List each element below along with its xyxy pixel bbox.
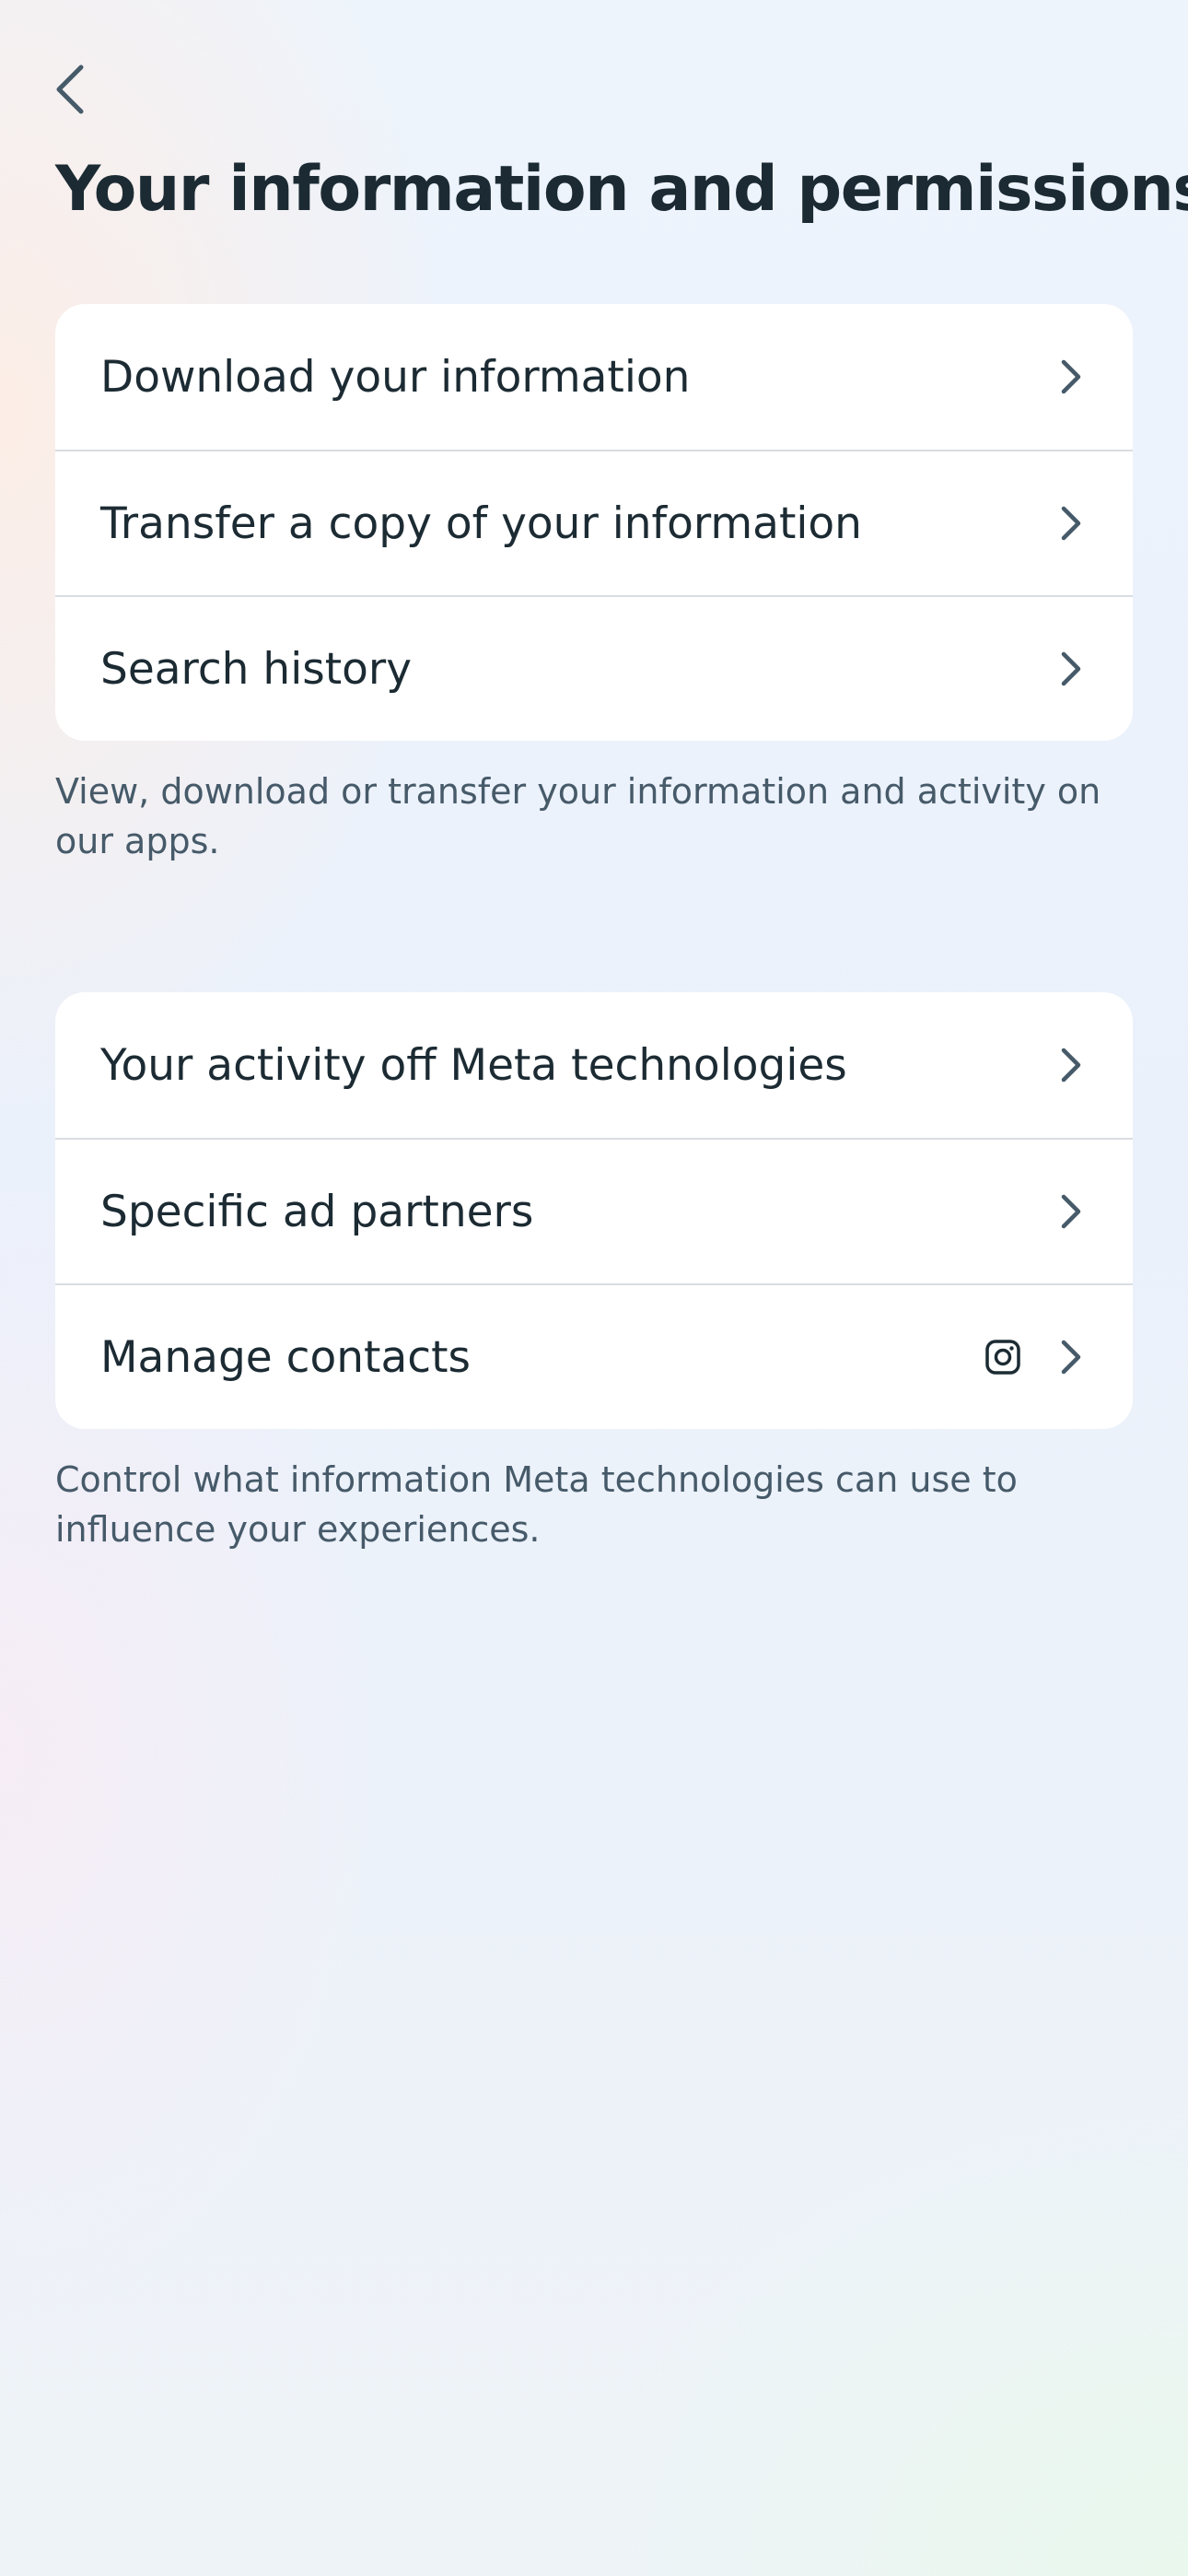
- item-label: Manage contacts: [100, 1331, 472, 1383]
- specific-ad-partners-item[interactable]: Specific ad partners: [55, 1138, 1133, 1283]
- item-label: Search history: [100, 643, 413, 695]
- chevron-right-icon: [1057, 649, 1085, 689]
- chevron-right-icon: [1057, 1337, 1085, 1377]
- search-history-item[interactable]: Search history: [55, 595, 1133, 741]
- item-label: Specific ad partners: [100, 1186, 534, 1237]
- section-caption: View, download or transfer your informat…: [55, 771, 1101, 861]
- page-title: Your information and permissions: [55, 153, 1188, 226]
- transfer-a-copy-item[interactable]: Transfer a copy of your information: [55, 450, 1133, 595]
- chevron-right-icon: [1057, 1045, 1085, 1085]
- instagram-icon: [984, 1338, 1022, 1376]
- section-caption: Control what information Meta technologi…: [55, 1459, 1018, 1550]
- activity-off-meta-item[interactable]: Your activity off Meta technologies: [55, 992, 1133, 1138]
- chevron-right-icon: [1057, 503, 1085, 544]
- chevron-left-icon: [52, 64, 88, 119]
- item-label: Download your information: [100, 351, 691, 403]
- item-label: Your activity off Meta technologies: [100, 1039, 847, 1091]
- back-button[interactable]: [41, 57, 99, 125]
- chevron-right-icon: [1057, 357, 1085, 397]
- information-section-card: Download your information Transfer a cop…: [55, 304, 1133, 741]
- item-label: Transfer a copy of your information: [100, 498, 862, 549]
- manage-contacts-item[interactable]: Manage contacts: [55, 1283, 1133, 1429]
- permissions-section-card: Your activity off Meta technologies Spec…: [55, 992, 1133, 1429]
- chevron-right-icon: [1057, 1191, 1085, 1232]
- download-your-information-item[interactable]: Download your information: [55, 304, 1133, 450]
